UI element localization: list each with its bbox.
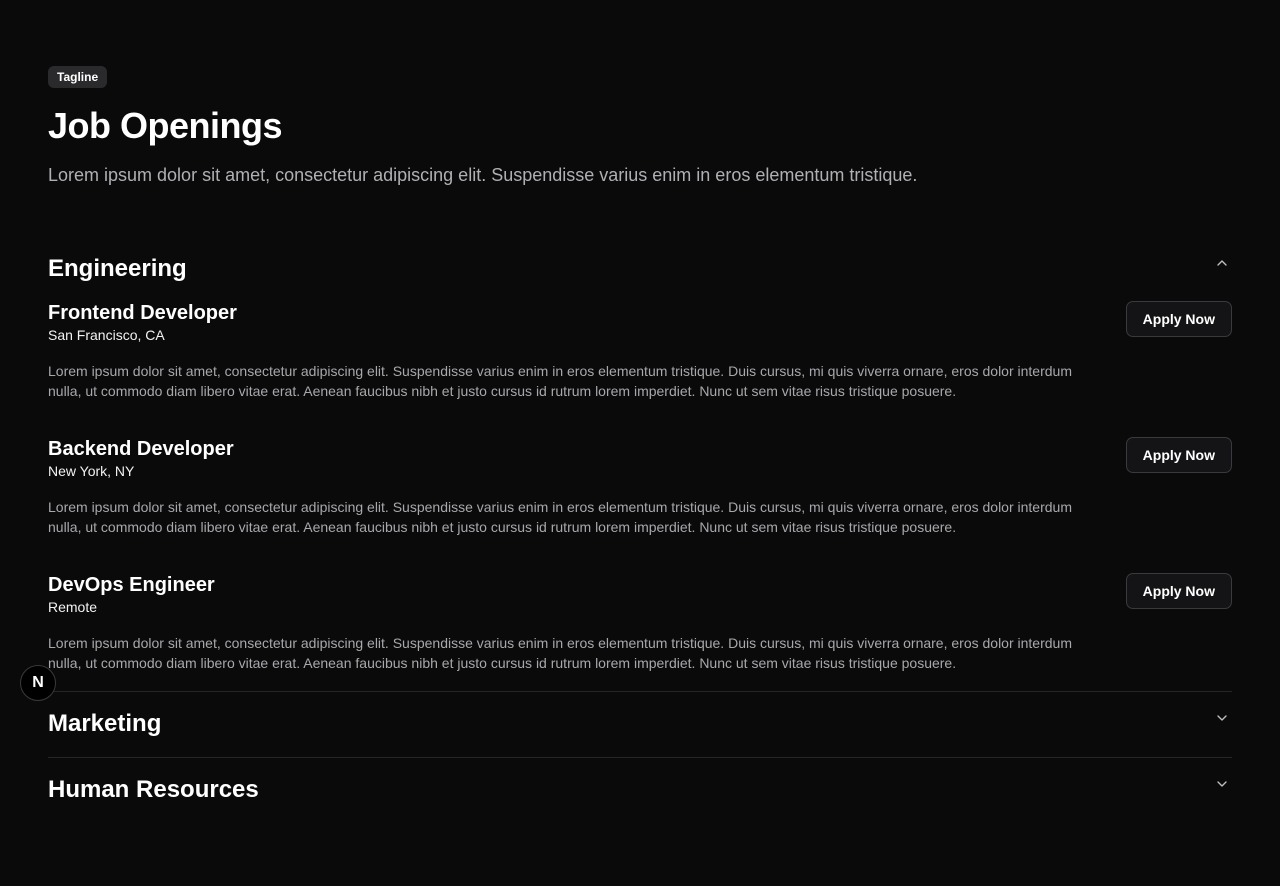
- job-item: Backend Developer New York, NY Lorem ips…: [48, 437, 1232, 537]
- departments-accordion: Engineering Frontend Developer San Franc…: [48, 253, 1232, 823]
- chevron-down-icon: [1217, 715, 1227, 721]
- job-item: DevOps Engineer Remote Lorem ipsum dolor…: [48, 573, 1232, 673]
- job-description: Lorem ipsum dolor sit amet, consectetur …: [48, 635, 1072, 671]
- job-title: Frontend Developer: [48, 302, 237, 324]
- department-marketing-toggle[interactable]: Marketing: [48, 692, 1232, 757]
- job-description: Lorem ipsum dolor sit amet, consectetur …: [48, 363, 1072, 399]
- tagline-badge: Tagline: [48, 66, 108, 88]
- department-human-resources-toggle[interactable]: Human Resources: [48, 758, 1232, 823]
- department-engineering: Engineering Frontend Developer San Franc…: [48, 253, 1232, 692]
- nextjs-badge-letter: N: [32, 674, 44, 691]
- apply-now-button[interactable]: Apply Now: [1125, 301, 1232, 337]
- job-title: Backend Developer: [48, 438, 234, 460]
- job-location: San Francisco, CA: [48, 327, 165, 343]
- department-engineering-toggle[interactable]: Engineering: [48, 253, 1232, 285]
- job-info: DevOps Engineer Remote Lorem ipsum dolor…: [48, 573, 1088, 673]
- page-title: Job Openings: [48, 105, 283, 146]
- job-openings-page: Tagline Job Openings Lorem ipsum dolor s…: [48, 66, 1232, 823]
- apply-now-button[interactable]: Apply Now: [1125, 437, 1232, 473]
- job-info: Frontend Developer San Francisco, CA Lor…: [48, 301, 1088, 401]
- job-description: Lorem ipsum dolor sit amet, consectetur …: [48, 499, 1072, 535]
- chevron-down-icon: [1217, 781, 1227, 787]
- page-subtitle: Lorem ipsum dolor sit amet, consectetur …: [48, 165, 918, 185]
- job-item: Frontend Developer San Francisco, CA Lor…: [48, 301, 1232, 401]
- department-title: Marketing: [48, 710, 162, 737]
- department-marketing: Marketing: [48, 692, 1232, 758]
- department-human-resources: Human Resources: [48, 758, 1232, 823]
- job-location: New York, NY: [48, 463, 135, 479]
- job-info: Backend Developer New York, NY Lorem ips…: [48, 437, 1088, 537]
- job-location: Remote: [48, 599, 98, 615]
- nextjs-icon[interactable]: N: [20, 665, 56, 701]
- department-title: Human Resources: [48, 776, 259, 803]
- job-list: Frontend Developer San Francisco, CA Lor…: [48, 301, 1232, 691]
- apply-now-button[interactable]: Apply Now: [1125, 573, 1232, 609]
- chevron-up-icon: [1217, 260, 1227, 266]
- department-title: Engineering: [48, 255, 187, 282]
- job-title: DevOps Engineer: [48, 574, 215, 596]
